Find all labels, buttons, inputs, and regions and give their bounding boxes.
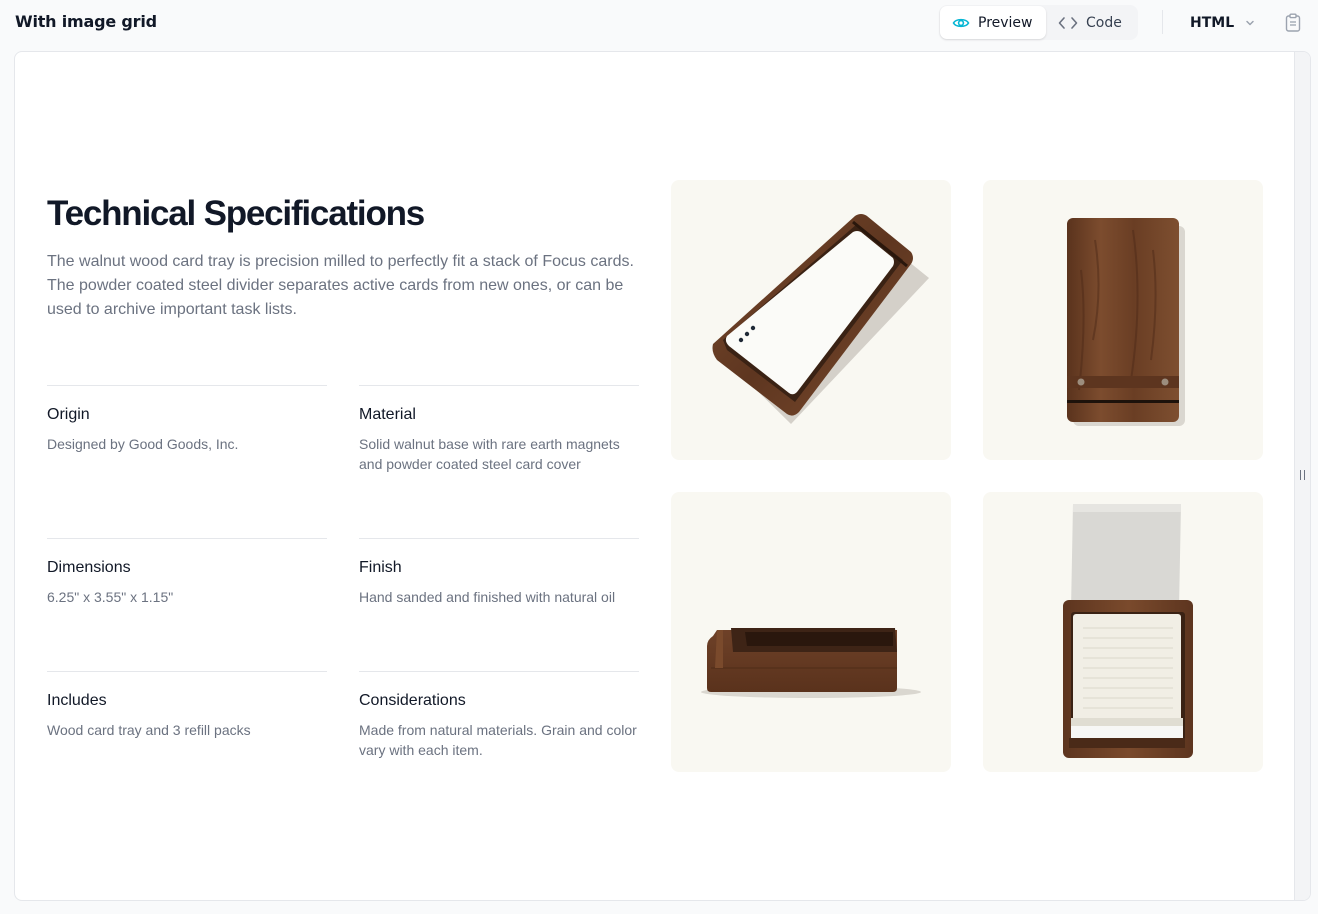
view-toggle: Preview Code [939,5,1138,40]
product-image-side [671,492,951,772]
spec-detail: Made from natural materials. Grain and c… [359,722,637,758]
tab-preview-label: Preview [978,14,1033,31]
walnut-tray-angled-illustration [712,214,929,424]
resize-grip-icon [1300,470,1305,480]
product-image-top [983,180,1263,460]
product-image-angled [671,180,951,460]
tab-code[interactable]: Code [1056,6,1136,39]
top-bar: With image grid Preview Code HTML [0,0,1318,46]
spec-term: Considerations [359,692,466,709]
preview-frame: Technical Specifications The walnut wood… [14,51,1311,901]
resize-handle[interactable] [1294,52,1310,900]
spec-term: Material [359,406,416,423]
walnut-tray-with-cards-illustration [1063,504,1193,758]
spec-material: Material Solid walnut base with rare ear… [359,385,639,474]
spec-detail: Designed by Good Goods, Inc. [47,436,239,452]
clipboard-icon [1285,13,1301,32]
spec-detail: Wood card tray and 3 refill packs [47,722,251,738]
product-description: The walnut wood card tray is precision m… [47,253,634,318]
tab-code-label: Code [1086,14,1122,31]
spec-detail: Hand sanded and finished with natural oi… [359,589,616,605]
spec-origin: Origin Designed by Good Goods, Inc. [47,385,327,454]
spec-term: Dimensions [47,559,131,576]
spec-term: Finish [359,559,402,576]
tab-preview[interactable]: Preview [940,6,1046,39]
spec-includes: Includes Wood card tray and 3 refill pac… [47,671,327,740]
spec-considerations: Considerations Made from natural materia… [359,671,639,760]
product-image-cards [983,492,1263,772]
example-title: With image grid [15,12,157,31]
spec-term: Origin [47,406,90,423]
chevron-down-icon [1246,20,1254,26]
walnut-tray-top-illustration [1067,218,1185,426]
spec-term: Includes [47,692,107,709]
spec-dimensions: Dimensions 6.25" x 3.55" x 1.15" [47,538,327,607]
spec-detail: 6.25" x 3.55" x 1.15" [47,589,174,605]
copy-button[interactable] [1284,13,1302,37]
language-select[interactable]: HTML [1190,12,1256,34]
page-title: Technical Specifications [47,194,425,233]
walnut-tray-side-illustration [701,628,921,698]
language-select-value: HTML [1190,15,1235,31]
toolbar-divider [1162,10,1163,34]
code-icon [1058,16,1078,29]
spec-detail: Solid walnut base with rare earth magnet… [359,436,620,472]
spec-finish: Finish Hand sanded and finished with nat… [359,538,639,607]
eye-icon [952,18,970,27]
